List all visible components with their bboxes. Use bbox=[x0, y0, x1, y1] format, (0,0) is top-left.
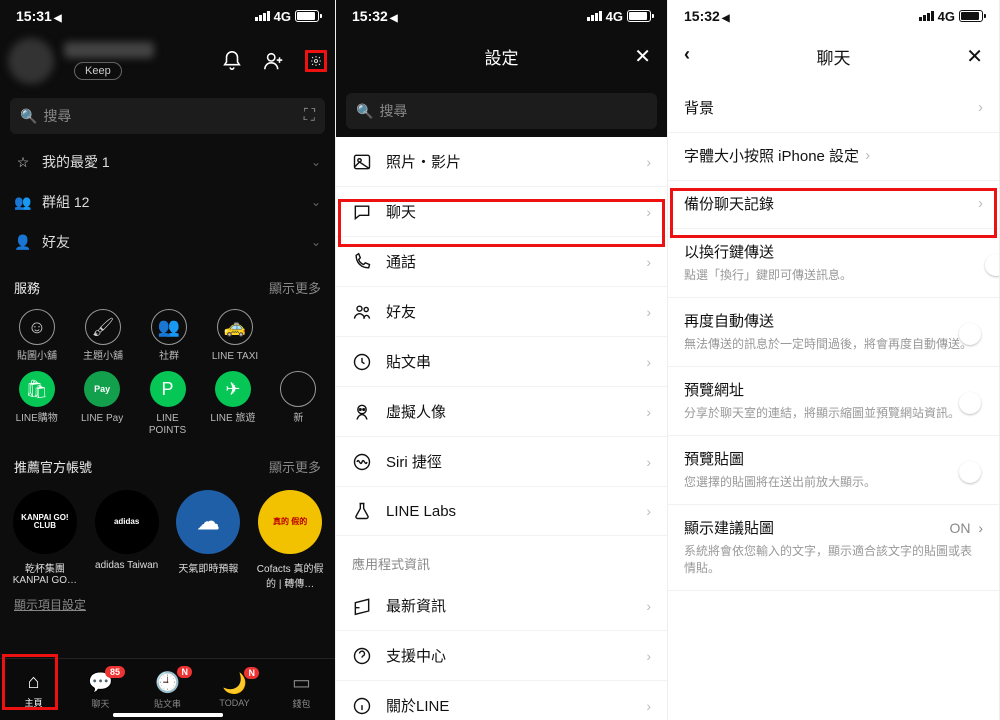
settings-row-支援中心[interactable]: 支援中心› bbox=[336, 631, 667, 681]
search-icon: 🔍 bbox=[20, 108, 37, 125]
service-item[interactable]: 🛍LINE購物 bbox=[6, 371, 67, 437]
chat-setting-再度自動傳送[interactable]: 再度自動傳送無法傳送的訊息於一定時間過後，將會再度自動傳送。 bbox=[668, 298, 999, 367]
account-item[interactable]: ☁天氣即時預報 bbox=[172, 490, 246, 590]
add-friend-icon[interactable] bbox=[263, 50, 285, 72]
keep-button[interactable]: Keep bbox=[74, 62, 122, 80]
highlight-chat-row bbox=[338, 199, 665, 247]
status-bar: 15:32◀ 4G bbox=[668, 0, 999, 28]
siri-icon bbox=[352, 452, 372, 472]
settings-row-Siri 捷徑[interactable]: Siri 捷徑› bbox=[336, 437, 667, 487]
highlight-home-tab bbox=[2, 654, 58, 710]
account-item[interactable]: KANPAI GO! CLUB乾杯集團 KANPAI GO… bbox=[8, 490, 82, 590]
back-icon[interactable]: ‹ bbox=[684, 44, 690, 65]
display-settings-link[interactable]: 顯示項目設定 bbox=[0, 592, 335, 617]
close-icon[interactable]: ✕ bbox=[966, 44, 983, 69]
account-item[interactable]: 真的 假的Cofacts 真的假的 | 轉傳… bbox=[253, 490, 327, 590]
settings-row-最新資訊[interactable]: 最新資訊› bbox=[336, 581, 667, 631]
service-item[interactable]: 👥社群 bbox=[138, 309, 200, 363]
screen-chat-settings: 15:32◀ 4G ‹ 聊天 ✕ 背景›字體大小按照 iPhone 設定›備份聊… bbox=[668, 0, 1000, 720]
chat-setting-顯示建議貼圖[interactable]: 顯示建議貼圖ON ›系統將會依您輸入的文字，顯示適合該文字的貼圖或表情貼。 bbox=[668, 505, 999, 591]
chat-setting-預覽貼圖[interactable]: 預覽貼圖您選擇的貼圖將在送出前放大顯示。 bbox=[668, 436, 999, 505]
settings-row-虛擬人像[interactable]: 虛擬人像› bbox=[336, 387, 667, 437]
show-more-accounts[interactable]: 顯示更多 bbox=[269, 457, 321, 476]
app-info-section: 應用程式資訊 bbox=[336, 536, 667, 581]
settings-row-貼文串[interactable]: 貼文串› bbox=[336, 337, 667, 387]
settings-title: 設定 bbox=[485, 49, 519, 68]
tab-貼文串[interactable]: 🕘N貼文串 bbox=[134, 659, 201, 720]
search-icon: 🔍 bbox=[356, 103, 373, 120]
avatar[interactable] bbox=[8, 38, 54, 84]
settings-row-照片・影片[interactable]: 照片・影片› bbox=[336, 137, 667, 187]
tab-聊天[interactable]: 💬85聊天 bbox=[67, 659, 134, 720]
signal-icon bbox=[255, 11, 270, 21]
service-item[interactable]: 🖌主題小舖 bbox=[72, 309, 134, 363]
friends-icon bbox=[352, 302, 372, 322]
service-item[interactable]: ✈LINE 旅遊 bbox=[202, 371, 263, 437]
settings-row-LINE Labs[interactable]: LINE Labs› bbox=[336, 487, 667, 536]
service-item[interactable]: ☺貼圖小舖 bbox=[6, 309, 68, 363]
scan-icon[interactable]: ⛶ bbox=[304, 107, 315, 125]
settings-icon[interactable] bbox=[305, 50, 327, 72]
accounts-header: 推薦官方帳號 bbox=[14, 457, 92, 476]
search-input[interactable]: 🔍 搜尋 ⛶ bbox=[10, 98, 325, 134]
account-item[interactable]: adidasadidas Taiwan bbox=[90, 490, 164, 590]
clock-icon bbox=[352, 352, 372, 372]
screen-home: 15:31◀ 4G Keep bbox=[0, 0, 336, 720]
chat-setting-背景[interactable]: 背景› bbox=[668, 85, 999, 133]
highlight-backup-row bbox=[670, 188, 997, 238]
service-item[interactable]: PayLINE Pay bbox=[71, 371, 132, 437]
chat-setting-預覽網址[interactable]: 預覽網址分享於聊天室的連結，將顯示縮圖並預覽網站資訊。 bbox=[668, 367, 999, 436]
chat-setting-以換行鍵傳送[interactable]: 以換行鍵傳送點選「換行」鍵即可傳送訊息。 bbox=[668, 229, 999, 298]
chat-setting-字體大小[interactable]: 字體大小按照 iPhone 設定› bbox=[668, 133, 999, 181]
lab-icon bbox=[352, 501, 372, 521]
avatar-icon bbox=[352, 402, 372, 422]
settings-row-好友[interactable]: 好友› bbox=[336, 287, 667, 337]
image-icon bbox=[352, 152, 372, 172]
phone-icon bbox=[352, 252, 372, 272]
settings-row-關於LINE[interactable]: 關於LINE› bbox=[336, 681, 667, 720]
screen-settings: 15:32◀ 4G 設定 ✕ 🔍 搜尋 照片・影片›聊天›通話›好友›貼文串›虛… bbox=[336, 0, 668, 720]
home-header: Keep bbox=[0, 28, 335, 90]
bell-icon bbox=[352, 596, 372, 616]
close-icon[interactable]: ✕ bbox=[634, 44, 651, 69]
list-item[interactable]: ☆我的最愛 1⌄ bbox=[0, 142, 335, 182]
tab-TODAY[interactable]: 🌙NTODAY bbox=[201, 659, 268, 720]
list-item[interactable]: 👥群組 12⌄ bbox=[0, 182, 335, 222]
service-item[interactable]: 🚕LINE TAXI bbox=[204, 309, 266, 363]
battery-icon bbox=[295, 10, 319, 22]
services-header: 服務 bbox=[14, 278, 40, 297]
show-more-services[interactable]: 顯示更多 bbox=[269, 278, 321, 297]
chat-settings-title: 聊天 bbox=[817, 49, 851, 68]
service-item[interactable]: PLINE POINTS bbox=[137, 371, 198, 437]
help-icon bbox=[352, 646, 372, 666]
status-bar: 15:31◀ 4G bbox=[0, 0, 335, 28]
username bbox=[64, 42, 154, 58]
status-bar: 15:32◀ 4G bbox=[336, 0, 667, 28]
bell-icon[interactable] bbox=[221, 50, 243, 72]
list-item[interactable]: 👤好友⌄ bbox=[0, 222, 335, 262]
tab-錢包[interactable]: ▭錢包 bbox=[268, 659, 335, 720]
search-input[interactable]: 🔍 搜尋 bbox=[346, 93, 657, 129]
info-icon bbox=[352, 696, 372, 716]
service-item[interactable]: 新 bbox=[268, 371, 329, 437]
